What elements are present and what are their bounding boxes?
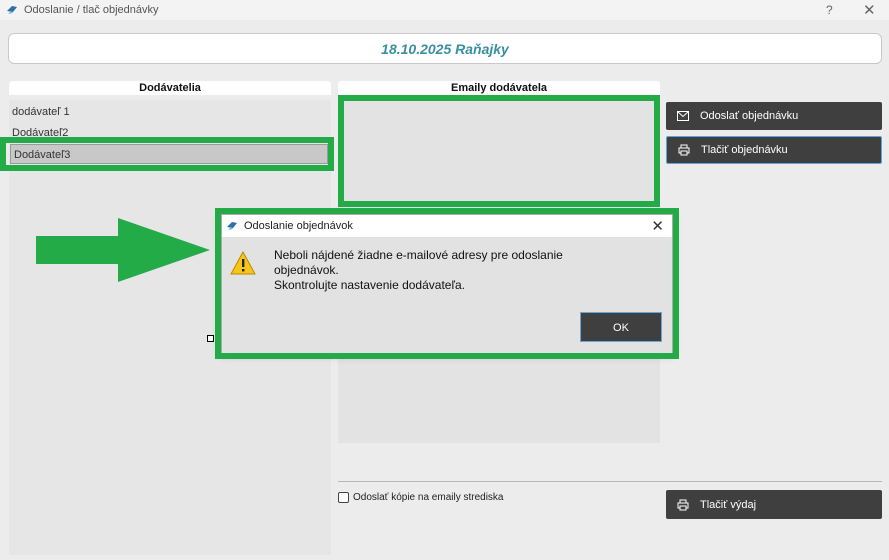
copy-to-center-emails-label: Odoslať kópie na emaily strediska — [353, 492, 504, 503]
supplier-item-selected[interactable]: Dodávateľ3 — [10, 144, 328, 164]
checkbox-box[interactable] — [338, 492, 349, 503]
divider — [338, 481, 882, 482]
envelope-icon — [676, 109, 690, 123]
print-issue-label: Tlačiť výdaj — [700, 498, 757, 511]
supplier-item[interactable]: dodávateľ 1 — [9, 102, 329, 122]
date-meal-header: 18.10.2025 Raňajky — [8, 33, 882, 64]
green-arrow-annotation — [36, 218, 210, 282]
emails-header: Emaily dodávatela — [338, 81, 660, 95]
help-button[interactable]: ? — [826, 3, 833, 17]
suppliers-header: Dodávatelia — [9, 81, 331, 95]
window-title: Odoslanie / tlač objednávky — [24, 4, 159, 16]
window-titlebar: Odoslanie / tlač objednávky ? ✕ — [0, 0, 889, 20]
resize-handle[interactable] — [207, 335, 214, 342]
print-order-button[interactable]: Tlačiť objednávku — [666, 136, 882, 164]
supplier-item[interactable]: Dodávateľ2 — [9, 123, 329, 143]
send-order-button[interactable]: Odoslať objednávku — [666, 102, 882, 130]
copy-to-center-emails-checkbox[interactable]: Odoslať kópie na emaily strediska — [338, 492, 504, 503]
app-logo-icon — [6, 4, 18, 16]
printer-icon — [676, 498, 690, 512]
print-issue-button[interactable]: Tlačiť výdaj — [666, 490, 882, 519]
send-order-label: Odoslať objednávku — [700, 110, 799, 122]
date-meal-text: 18.10.2025 Raňajky — [381, 40, 509, 57]
highlight-dialog — [215, 208, 679, 359]
printer-icon — [677, 143, 691, 157]
print-order-label: Tlačiť objednávku — [701, 144, 788, 156]
close-window-button[interactable]: ✕ — [863, 1, 876, 19]
